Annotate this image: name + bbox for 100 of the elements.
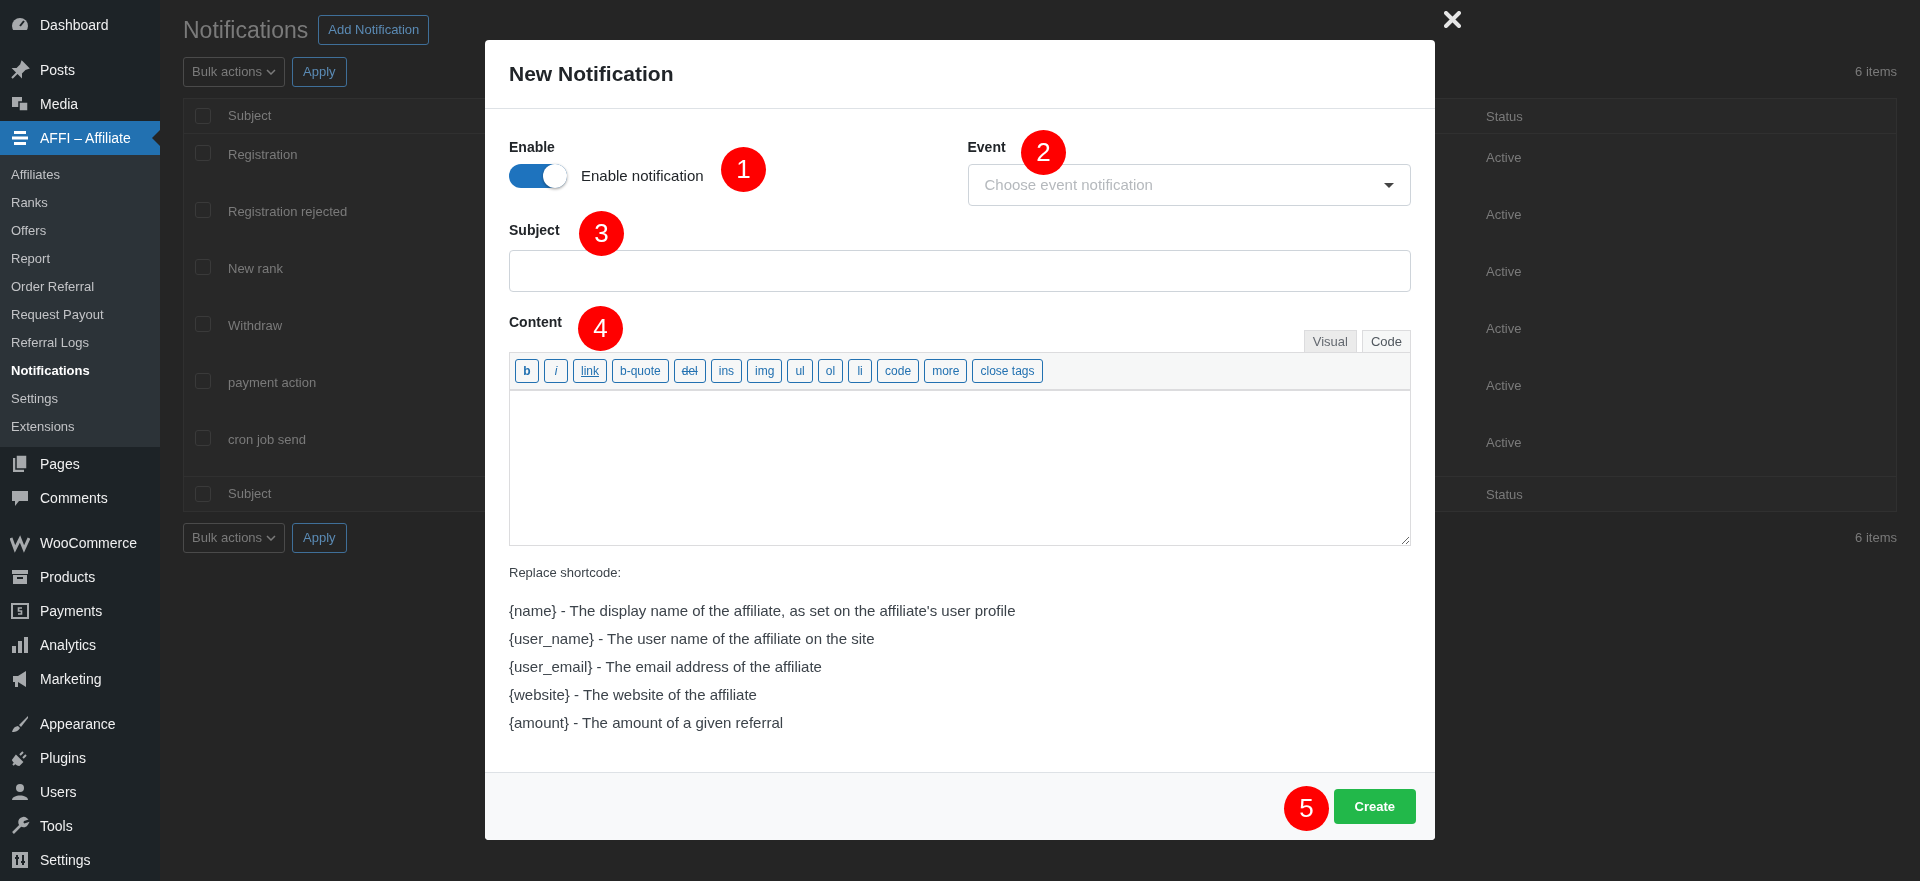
annotation-marker: 3 <box>579 211 624 256</box>
annotation-marker: 2 <box>1021 130 1066 175</box>
submenu-item[interactable]: Settings <box>0 385 160 413</box>
plug-icon <box>10 748 30 768</box>
shortcode-description: {amount} - The amount of a given referral <box>509 712 785 733</box>
comment-icon <box>10 488 30 508</box>
submenu-item[interactable]: Affiliates <box>0 161 160 189</box>
chevron-down-icon <box>266 69 277 75</box>
item-count: 6 items <box>1855 63 1897 82</box>
menu-item[interactable]: Comments <box>0 481 160 515</box>
payment-icon <box>10 601 30 621</box>
annotation-marker: 4 <box>578 306 623 351</box>
table-cell-text: Registration <box>228 146 298 164</box>
toolbar-button[interactable]: i <box>544 359 568 383</box>
table-cell-text: Withdraw <box>228 317 283 335</box>
menu-item[interactable]: Media <box>0 87 160 121</box>
logo-icon <box>10 533 30 553</box>
wrench-icon <box>10 816 30 836</box>
toggle-label: Enable notification <box>581 165 704 186</box>
chevron-down-icon <box>266 535 277 541</box>
table-cell: Active <box>1486 207 1522 222</box>
stack-icon <box>10 128 30 148</box>
submenu-item[interactable]: Report <box>0 245 160 273</box>
table-cell: Active <box>1486 150 1522 165</box>
add-notification-button[interactable]: Add Notification <box>318 15 430 45</box>
modal-title: New Notification <box>509 61 674 88</box>
column-header: Status <box>1486 487 1523 502</box>
table-cell: Active <box>1486 264 1522 279</box>
toolbar-button[interactable]: b-quote <box>612 359 669 383</box>
toolbar-button[interactable]: ins <box>710 359 743 383</box>
menu-item[interactable]: Payments <box>0 594 160 628</box>
toggle-switch[interactable] <box>509 164 567 188</box>
menu-item[interactable]: Marketing <box>0 662 160 696</box>
toolbar-button[interactable]: code <box>877 359 920 383</box>
bar-chart-icon <box>10 635 30 655</box>
archive-box-icon <box>10 567 30 587</box>
menu-item[interactable]: Plugins <box>0 741 160 775</box>
menu-item[interactable]: Settings <box>0 843 160 877</box>
bulk-actions-select[interactable]: Bulk actions <box>183 57 286 87</box>
submenu-item[interactable]: Order Referral <box>0 273 160 301</box>
toolbar-button[interactable]: link <box>573 359 607 383</box>
menu-item[interactable]: Tools <box>0 809 160 843</box>
table-cell: Active <box>1486 321 1522 336</box>
subject-input[interactable] <box>509 250 1411 292</box>
close-icon[interactable] <box>1444 11 1461 28</box>
column-header: Status <box>1486 109 1523 124</box>
toolbar-button[interactable]: del <box>673 359 706 383</box>
toolbar-button[interactable]: img <box>747 359 783 383</box>
submenu-item[interactable]: Offers <box>0 217 160 245</box>
submenu-item[interactable]: Request Payout <box>0 301 160 329</box>
toolbar-button[interactable]: ol <box>817 359 844 383</box>
menu-item[interactable]: Posts <box>0 53 160 87</box>
pushpin-icon <box>10 60 30 80</box>
apply-button[interactable]: Apply <box>292 57 347 87</box>
table-cell: Active <box>1486 435 1522 450</box>
menu-item[interactable]: Analytics <box>0 628 160 662</box>
submenu-item[interactable]: Referral Logs <box>0 329 160 357</box>
column-header: Subject <box>228 107 272 126</box>
brush-icon <box>10 714 30 734</box>
editor-tab[interactable]: Code <box>1361 330 1411 352</box>
apply-button[interactable]: Apply <box>292 523 347 553</box>
toolbar-button[interactable]: b <box>515 359 539 383</box>
submenu-item[interactable]: Extensions <box>0 413 160 441</box>
gauge-icon <box>10 15 30 35</box>
menu-item[interactable]: WooCommerce <box>0 526 160 560</box>
content-textarea[interactable] <box>509 390 1411 546</box>
menu-item[interactable]: Appearance <box>0 707 160 741</box>
submenu-item[interactable]: Notifications <box>0 357 160 385</box>
menu-pointer-icon <box>152 130 160 146</box>
menu-item[interactable]: AFFI – Affiliate <box>0 121 160 155</box>
menu-item[interactable]: Dashboard <box>0 8 160 42</box>
field-label: Event <box>967 138 1006 157</box>
shortcode-description: {name} - The display name of the affiliate, as set on the affiliate's user profile <box>509 600 1017 621</box>
toolbar-button[interactable]: more <box>924 359 968 383</box>
shortcode-description: {user_email} - The email address of the affiliate <box>509 656 823 677</box>
toolbar-button[interactable]: close tags <box>972 359 1043 383</box>
field-label: Enable <box>509 138 555 157</box>
menu-item[interactable]: Users <box>0 775 160 809</box>
field-label: Content <box>509 313 562 332</box>
item-count: 6 items <box>1855 529 1897 548</box>
pages-icon <box>10 454 30 474</box>
toolbar-button[interactable]: li <box>848 359 873 383</box>
shortcode-description: {user_name} - The user name of the affiliate on the site <box>509 628 876 649</box>
editor-tab[interactable]: Visual <box>1303 330 1357 352</box>
media-icon <box>10 94 30 114</box>
sliders-icon <box>10 850 30 870</box>
bulk-actions-select[interactable]: Bulk actions <box>183 523 286 553</box>
page-title: Notifications <box>183 15 309 45</box>
field-label: Subject <box>509 221 560 240</box>
table-cell-text: cron job send <box>228 431 307 449</box>
shortcode-heading: Replace shortcode: <box>509 564 622 582</box>
menu-item[interactable]: Products <box>0 560 160 594</box>
table-cell: Active <box>1486 378 1522 393</box>
submenu-item[interactable]: Ranks <box>0 189 160 217</box>
toolbar-button[interactable]: ul <box>787 359 813 383</box>
column-header: Subject <box>228 485 272 504</box>
user-icon <box>10 782 30 802</box>
table-cell-text: payment action <box>228 374 317 392</box>
annotation-marker: 1 <box>721 147 766 192</box>
menu-item[interactable]: Pages <box>0 447 160 481</box>
